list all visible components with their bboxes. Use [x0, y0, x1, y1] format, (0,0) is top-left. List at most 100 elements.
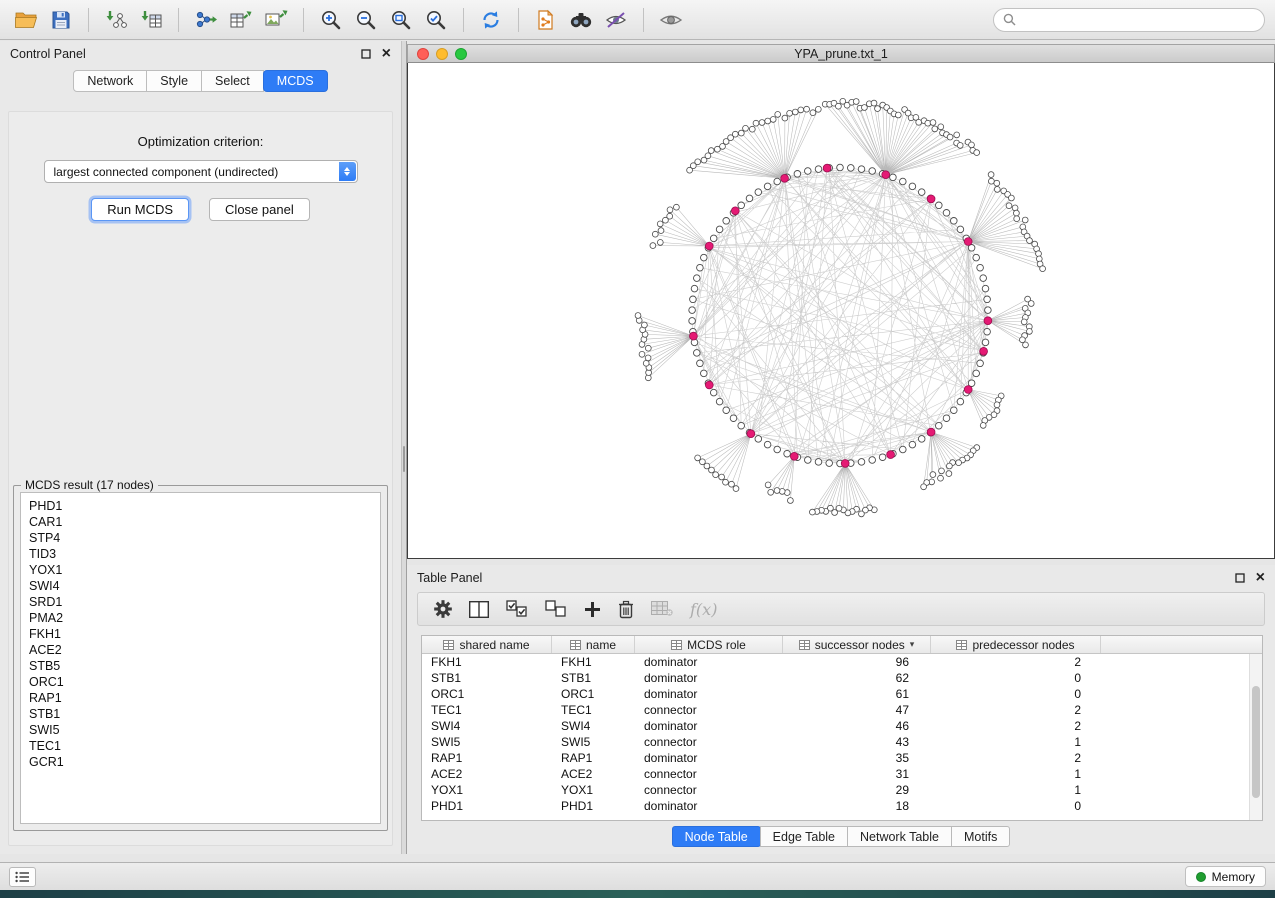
- table-scrollbar[interactable]: [1249, 654, 1262, 820]
- mcds-result-node[interactable]: GCR1: [21, 754, 380, 770]
- show-panels-button[interactable]: [9, 867, 36, 887]
- column-header-successor-nodes[interactable]: successor nodes▾: [783, 636, 931, 653]
- table-row[interactable]: TEC1TEC1connector472: [422, 702, 1262, 718]
- zoom-in-button[interactable]: [315, 5, 347, 35]
- mcds-result-node[interactable]: PHD1: [21, 498, 380, 514]
- export-image-button[interactable]: [260, 5, 292, 35]
- cell-successor_nodes: 47: [783, 703, 931, 717]
- cell-predecessor_nodes: 1: [931, 735, 1101, 749]
- select-all-icon[interactable]: [506, 600, 528, 618]
- close-panel-icon[interactable]: ×: [382, 46, 391, 62]
- import-table-button[interactable]: [135, 5, 167, 35]
- open-file-button[interactable]: [10, 5, 42, 35]
- table-row[interactable]: ACE2ACE2connector311: [422, 766, 1262, 782]
- zoom-out-icon: [355, 9, 377, 31]
- table-row[interactable]: YOX1YOX1connector291: [422, 782, 1262, 798]
- import-network-button[interactable]: [100, 5, 132, 35]
- tab-motifs[interactable]: Motifs: [951, 826, 1010, 847]
- mcds-result-node[interactable]: STP4: [21, 530, 380, 546]
- search-box[interactable]: [993, 8, 1265, 32]
- refresh-button[interactable]: [475, 5, 507, 35]
- first-neighbors-icon: [568, 10, 594, 30]
- cell-mcds_role: connector: [635, 783, 783, 797]
- tab-select[interactable]: Select: [202, 70, 264, 92]
- zoom-fit-button[interactable]: [385, 5, 417, 35]
- zoom-out-button[interactable]: [350, 5, 382, 35]
- first-neighbors-button[interactable]: [565, 5, 597, 35]
- table-row[interactable]: SWI5SWI5connector431: [422, 734, 1262, 750]
- mcds-result-node[interactable]: SWI4: [21, 578, 380, 594]
- close-window-button[interactable]: [417, 48, 429, 60]
- cell-shared_name: TEC1: [422, 703, 552, 717]
- save-button[interactable]: [45, 5, 77, 35]
- tab-node-table[interactable]: Node Table: [672, 826, 761, 847]
- run-mcds-button[interactable]: Run MCDS: [91, 198, 189, 221]
- mcds-result-node[interactable]: CAR1: [21, 514, 380, 530]
- table-disabled-icon: [651, 601, 673, 617]
- table-row[interactable]: RAP1RAP1dominator352: [422, 750, 1262, 766]
- network-window-titlebar[interactable]: YPA_prune.txt_1: [407, 44, 1275, 63]
- mcds-result-node[interactable]: PMA2: [21, 610, 380, 626]
- mcds-result-node[interactable]: ACE2: [21, 642, 380, 658]
- mcds-result-node[interactable]: STB1: [21, 706, 380, 722]
- criterion-selected-value: largest connected component (undirected): [54, 165, 303, 179]
- mcds-result-node[interactable]: TEC1: [21, 738, 380, 754]
- float-panel-icon[interactable]: [361, 49, 371, 59]
- tab-network-table[interactable]: Network Table: [847, 826, 952, 847]
- delete-row-icon[interactable]: [618, 600, 634, 619]
- mcds-result-node[interactable]: FKH1: [21, 626, 380, 642]
- table-row[interactable]: STB1STB1dominator620: [422, 670, 1262, 686]
- close-table-panel-icon[interactable]: ×: [1256, 570, 1265, 586]
- mcds-result-node[interactable]: TID3: [21, 546, 380, 562]
- zoom-selected-button[interactable]: [420, 5, 452, 35]
- tab-mcds[interactable]: MCDS: [263, 70, 328, 92]
- fx-icon: f(x): [690, 600, 717, 619]
- table-row[interactable]: FKH1FKH1dominator962: [422, 654, 1262, 670]
- table-row[interactable]: SWI4SWI4dominator462: [422, 718, 1262, 734]
- column-header-MCDS-role[interactable]: MCDS role: [635, 636, 783, 653]
- export-table-button[interactable]: [225, 5, 257, 35]
- cell-mcds_role: dominator: [635, 687, 783, 701]
- float-table-panel-icon[interactable]: [1235, 573, 1245, 583]
- eye-button[interactable]: [655, 5, 687, 35]
- column-header-name[interactable]: name: [552, 636, 635, 653]
- close-panel-button[interactable]: Close panel: [209, 198, 310, 221]
- mcds-result-node[interactable]: SRD1: [21, 594, 380, 610]
- column-header-predecessor-nodes[interactable]: predecessor nodes: [931, 636, 1101, 653]
- table-panel: Table Panel × f(x) shared namenameMCDS r…: [407, 565, 1275, 854]
- cell-name: ORC1: [552, 687, 635, 701]
- columns-icon[interactable]: [469, 601, 489, 618]
- list-icon: [15, 871, 30, 883]
- table-row[interactable]: PHD1PHD1dominator180: [422, 798, 1262, 814]
- style-filter-button[interactable]: [600, 5, 632, 35]
- add-row-icon[interactable]: [584, 601, 601, 618]
- scrollbar-thumb[interactable]: [1252, 686, 1260, 798]
- tab-style[interactable]: Style: [147, 70, 202, 92]
- column-header-shared-name[interactable]: shared name: [422, 636, 552, 653]
- deselect-all-icon[interactable]: [545, 600, 567, 618]
- tab-network[interactable]: Network: [73, 70, 147, 92]
- network-view-canvas[interactable]: [407, 63, 1275, 559]
- cell-shared_name: SWI5: [422, 735, 552, 749]
- dropdown-stepper-icon: [339, 162, 356, 181]
- memory-button[interactable]: Memory: [1185, 866, 1266, 887]
- maximize-window-button[interactable]: [455, 48, 467, 60]
- zoom-selected-icon: [425, 9, 447, 31]
- export-network-button[interactable]: [190, 5, 222, 35]
- search-input[interactable]: [1022, 13, 1255, 27]
- cell-successor_nodes: 29: [783, 783, 931, 797]
- criterion-dropdown[interactable]: largest connected component (undirected): [44, 160, 358, 183]
- mcds-result-node[interactable]: RAP1: [21, 690, 380, 706]
- table-row[interactable]: ORC1ORC1dominator610: [422, 686, 1262, 702]
- mcds-result-node[interactable]: STB5: [21, 658, 380, 674]
- share-document-button[interactable]: [530, 5, 562, 35]
- cell-mcds_role: dominator: [635, 671, 783, 685]
- mcds-result-node[interactable]: YOX1: [21, 562, 380, 578]
- settings-icon[interactable]: [434, 600, 452, 618]
- zoom-in-icon: [320, 9, 342, 31]
- mcds-result-node[interactable]: ORC1: [21, 674, 380, 690]
- tab-edge-table[interactable]: Edge Table: [760, 826, 848, 847]
- mcds-result-node[interactable]: SWI5: [21, 722, 380, 738]
- minimize-window-button[interactable]: [436, 48, 448, 60]
- network-graph[interactable]: [408, 63, 1274, 558]
